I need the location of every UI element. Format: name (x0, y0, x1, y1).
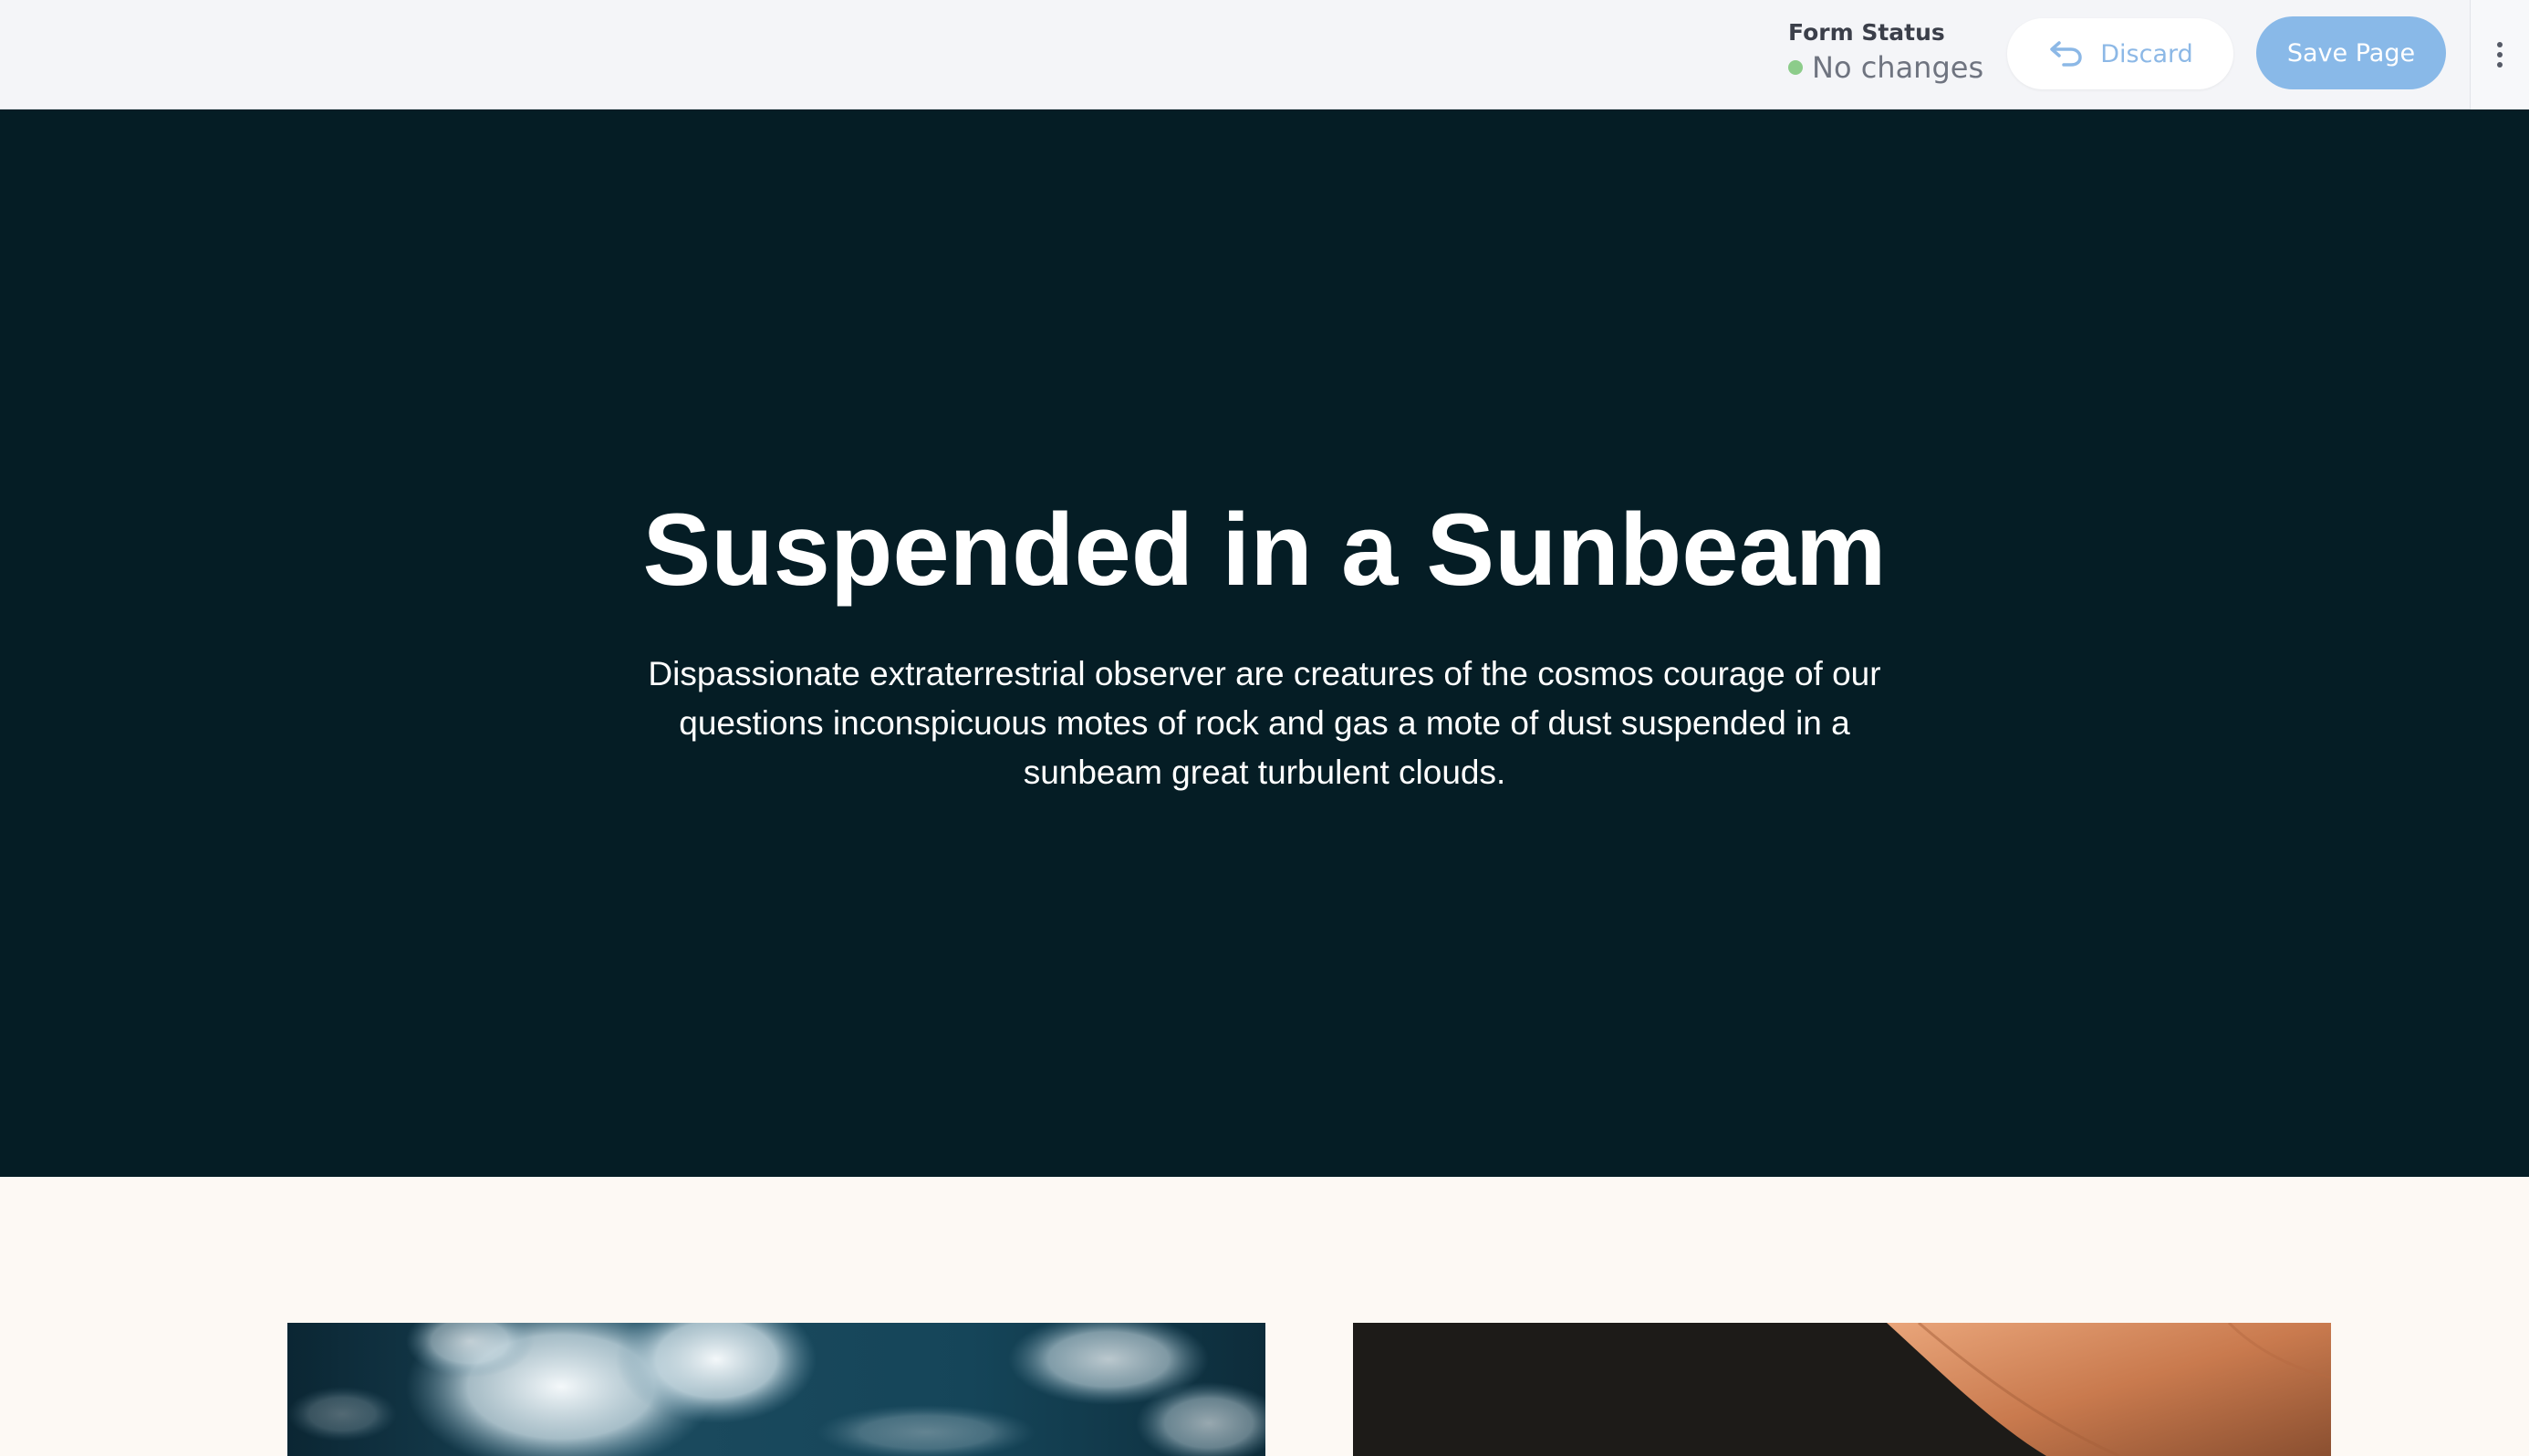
more-vertical-icon (2497, 42, 2503, 68)
status-dot-icon (1788, 60, 1803, 75)
warm-toned-image (1353, 1323, 2331, 1456)
hero-description: Dispassionate extraterrestrial observer … (648, 655, 1881, 791)
form-status-row: No changes (1788, 49, 1983, 86)
gallery-section (0, 1177, 2529, 1456)
editor-toolbar: Form Status No changes Discard Save Page (0, 0, 2529, 109)
discard-button[interactable]: Discard (2007, 18, 2233, 89)
save-page-button[interactable]: Save Page (2256, 16, 2446, 89)
ocean-waves-image (287, 1323, 1265, 1456)
hero-section: Suspended in a Sunbeam Dispassionate ext… (0, 109, 2529, 1177)
undo-icon (2050, 41, 2082, 67)
save-page-label: Save Page (2286, 38, 2416, 68)
hero-title: Suspended in a Sunbeam (642, 493, 1887, 607)
form-status-value: No changes (1812, 50, 1984, 85)
form-status-label: Form Status (1788, 19, 1945, 46)
form-status: Form Status No changes (1788, 18, 1983, 86)
more-options-button[interactable] (2470, 0, 2529, 109)
discard-label: Discard (2100, 39, 2193, 68)
